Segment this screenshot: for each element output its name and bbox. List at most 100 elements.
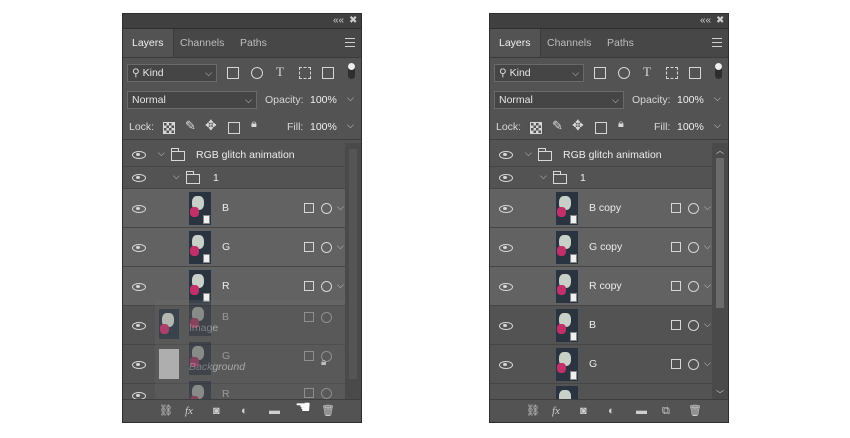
chevron-down-icon[interactable]: ⌵ bbox=[540, 171, 547, 182]
eye-icon[interactable] bbox=[499, 244, 513, 252]
type-filter-icon[interactable]: T bbox=[643, 64, 651, 80]
blend-mode-select[interactable]: Normal ⌵ bbox=[127, 91, 257, 109]
opacity-chevron-icon[interactable]: ⌵ bbox=[347, 93, 354, 104]
eye-icon[interactable] bbox=[499, 361, 513, 369]
tab-channels[interactable]: Channels bbox=[538, 29, 600, 57]
lock-paint-icon[interactable]: ✎ bbox=[552, 118, 563, 134]
eye-icon[interactable] bbox=[499, 174, 513, 182]
eye-icon[interactable] bbox=[499, 205, 513, 213]
shape-filter-icon[interactable] bbox=[666, 67, 678, 79]
blend-if-icon[interactable] bbox=[321, 242, 332, 253]
fx-icon[interactable]: fx bbox=[185, 405, 193, 417]
lock-paint-icon[interactable]: ✎ bbox=[185, 118, 196, 134]
eye-icon[interactable] bbox=[499, 322, 513, 330]
tab-layers[interactable]: Layers bbox=[490, 29, 541, 57]
adjustment-icon[interactable]: ◐ bbox=[608, 405, 615, 417]
fill-chevron-icon[interactable]: ⌵ bbox=[347, 120, 354, 131]
adjustment-icon[interactable]: ◐ bbox=[241, 405, 248, 417]
layers-scrollbar[interactable] bbox=[345, 143, 361, 400]
trash-icon[interactable]: 🗑︎ bbox=[321, 405, 335, 417]
opacity-chevron-icon[interactable]: ⌵ bbox=[714, 93, 721, 104]
mask-icon[interactable]: ◙ bbox=[580, 405, 587, 417]
filter-toggle[interactable] bbox=[348, 63, 355, 79]
tab-paths[interactable]: Paths bbox=[598, 29, 643, 57]
eye-icon[interactable] bbox=[132, 205, 146, 213]
fill-chevron-icon[interactable]: ⌵ bbox=[714, 120, 721, 131]
layer-row[interactable]: G ⌵ bbox=[123, 228, 345, 267]
chevron-down-icon[interactable]: ⌵ bbox=[173, 171, 180, 182]
eye-icon[interactable] bbox=[132, 322, 146, 330]
chevron-down-icon[interactable]: ⌵ bbox=[337, 280, 344, 291]
eye-icon[interactable] bbox=[132, 361, 146, 369]
close-icon[interactable]: ✖ bbox=[716, 14, 724, 28]
opacity-value[interactable]: 100% bbox=[677, 94, 704, 106]
smart-filter-icon[interactable] bbox=[671, 359, 681, 369]
chevron-down-icon[interactable]: ⌵ bbox=[158, 148, 165, 159]
lock-all-icon[interactable]: 🔒︎ bbox=[618, 118, 624, 131]
tab-layers[interactable]: Layers bbox=[123, 29, 174, 57]
link-icon[interactable]: ⛓ bbox=[159, 405, 173, 417]
layer-group-row[interactable]: ⌵ RGB glitch animation bbox=[123, 143, 345, 167]
blend-if-icon[interactable] bbox=[321, 281, 332, 292]
chevron-down-icon[interactable]: ⌵ bbox=[704, 319, 711, 330]
chevron-down-icon[interactable]: ⌵ bbox=[704, 202, 711, 213]
chevron-down-icon[interactable]: ⌵ bbox=[525, 148, 532, 159]
lock-pixels-icon[interactable] bbox=[530, 122, 542, 134]
chevron-down-icon[interactable]: ⌵ bbox=[704, 280, 711, 291]
adjustment-filter-icon[interactable] bbox=[251, 67, 263, 79]
layer-row[interactable]: R copy ⌵ bbox=[490, 267, 712, 306]
shape-filter-icon[interactable] bbox=[299, 67, 311, 79]
collapse-icon[interactable]: «« bbox=[700, 14, 711, 28]
mask-icon[interactable]: ◙ bbox=[213, 405, 220, 417]
lock-artboard-icon[interactable] bbox=[228, 122, 240, 134]
blend-if-icon[interactable] bbox=[688, 359, 699, 370]
link-icon[interactable]: ⛓ bbox=[526, 405, 540, 417]
smart-filter-icon[interactable] bbox=[671, 242, 681, 252]
eye-icon[interactable] bbox=[499, 151, 513, 159]
lock-pixels-icon[interactable] bbox=[163, 122, 175, 134]
blend-if-icon[interactable] bbox=[688, 203, 699, 214]
layer-row[interactable]: B copy ⌵ bbox=[490, 189, 712, 228]
smart-filter-icon[interactable] bbox=[671, 320, 681, 330]
type-filter-icon[interactable]: T bbox=[276, 64, 284, 80]
fill-value[interactable]: 100% bbox=[677, 121, 704, 133]
kind-filter-select[interactable]: ⚲ Kind ⌵ bbox=[494, 64, 584, 82]
smart-filter-icon[interactable] bbox=[304, 203, 314, 213]
eye-icon[interactable] bbox=[132, 283, 146, 291]
blend-if-icon[interactable] bbox=[688, 242, 699, 253]
chevron-down-icon[interactable]: ⌵ bbox=[337, 241, 344, 252]
smart-filter-icon[interactable] bbox=[304, 281, 314, 291]
blend-if-icon[interactable] bbox=[321, 203, 332, 214]
blend-if-icon[interactable] bbox=[688, 320, 699, 331]
blend-if-icon[interactable] bbox=[688, 281, 699, 292]
smart-filter-icon[interactable] bbox=[671, 281, 681, 291]
scroll-up-icon[interactable]: ︿ bbox=[716, 145, 724, 156]
tab-paths[interactable]: Paths bbox=[231, 29, 276, 57]
smart-filter-icon[interactable] bbox=[304, 242, 314, 252]
layer-row[interactable]: G ⌵ bbox=[490, 345, 712, 384]
lock-position-icon[interactable]: ✥ bbox=[572, 117, 584, 134]
chevron-down-icon[interactable]: ⌵ bbox=[337, 202, 344, 213]
eye-icon[interactable] bbox=[132, 244, 146, 252]
layer-row[interactable]: B ⌵ bbox=[123, 189, 345, 228]
new-group-icon[interactable]: ▬ bbox=[269, 405, 280, 417]
tab-channels[interactable]: Channels bbox=[171, 29, 233, 57]
adjustment-filter-icon[interactable] bbox=[618, 67, 630, 79]
chevron-down-icon[interactable]: ⌵ bbox=[704, 358, 711, 369]
eye-icon[interactable] bbox=[132, 151, 146, 159]
collapse-icon[interactable]: «« bbox=[333, 14, 344, 28]
panel-menu-icon[interactable] bbox=[712, 38, 722, 47]
lock-position-icon[interactable]: ✥ bbox=[205, 117, 217, 134]
close-icon[interactable]: ✖ bbox=[349, 14, 357, 28]
trash-icon[interactable]: 🗑︎ bbox=[688, 405, 702, 417]
kind-filter-select[interactable]: ⚲ Kind ⌵ bbox=[127, 64, 217, 82]
image-filter-icon[interactable] bbox=[594, 67, 606, 79]
opacity-value[interactable]: 100% bbox=[310, 94, 337, 106]
layer-group-row[interactable]: ⌵ RGB glitch animation bbox=[490, 143, 712, 167]
scrollbar-thumb[interactable] bbox=[716, 158, 724, 308]
chevron-down-icon[interactable]: ⌵ bbox=[704, 241, 711, 252]
new-group-icon[interactable]: ▬ bbox=[636, 405, 647, 417]
layers-scrollbar[interactable]: ︿ ﹀ bbox=[712, 143, 728, 400]
smart-filter-icon[interactable] bbox=[671, 203, 681, 213]
new-layer-icon[interactable]: ⧉ bbox=[662, 405, 670, 417]
